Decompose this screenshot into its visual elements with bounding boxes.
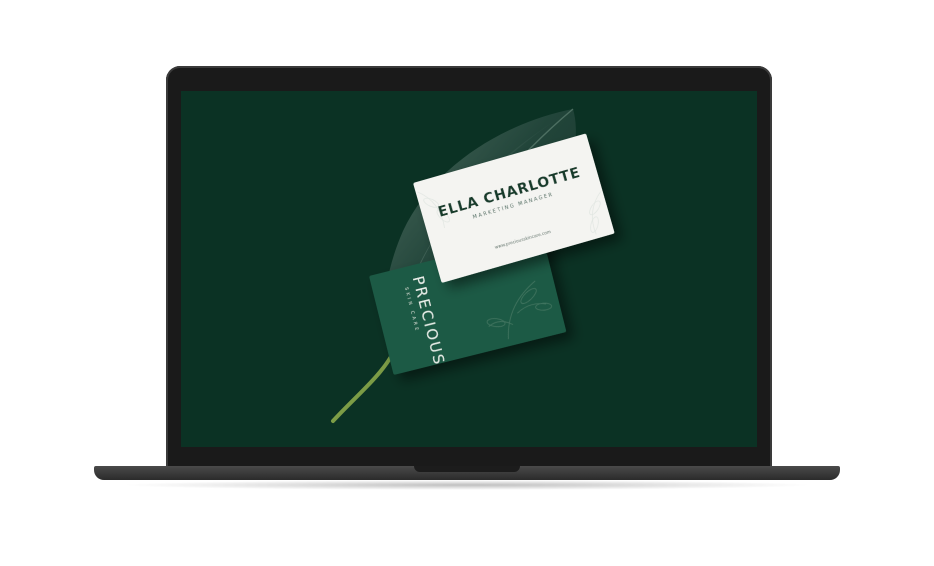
laptop-shadow bbox=[120, 480, 814, 490]
mockup-scene: PRECIOUS SKIN CARE ELLA CHARLOTTE MARKET… bbox=[331, 108, 615, 423]
business-card-front: ELLA CHARLOTTE MARKETING MANAGER www.pre… bbox=[413, 133, 615, 283]
laptop-screen: PRECIOUS SKIN CARE ELLA CHARLOTTE MARKET… bbox=[181, 91, 757, 447]
leaf-stem bbox=[331, 351, 395, 423]
laptop-hinge-notch bbox=[414, 466, 520, 472]
